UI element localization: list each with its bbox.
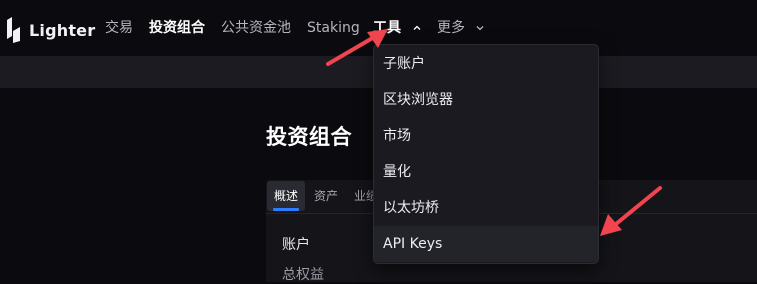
chevron-down-icon — [476, 26, 484, 31]
nav-item-staking[interactable]: Staking — [307, 19, 360, 37]
nav-item-portfolio[interactable]: 投资组合 — [149, 19, 205, 37]
chevron-up-icon — [413, 25, 421, 30]
section-account-label: 账户 — [282, 237, 310, 253]
page-title: 投资组合 — [266, 125, 352, 149]
nav-item-trade[interactable]: 交易 — [105, 19, 133, 37]
nav-item-public-pool[interactable]: 公共资金池 — [221, 19, 291, 37]
total-equity-label: 总权益 — [282, 267, 324, 283]
app-name: Lighter — [29, 20, 96, 40]
tab-assets[interactable]: 资产 — [307, 181, 345, 211]
nav-item-tools-label: 工具 — [373, 20, 401, 36]
tools-dropdown-menu: 子账户 区块浏览器 市场 量化 以太坊桥 API Keys — [373, 44, 599, 264]
lighter-logo-icon — [7, 17, 20, 43]
menu-item-subaccounts[interactable]: 子账户 — [374, 46, 598, 82]
nav-item-more-label: 更多 — [437, 20, 465, 36]
active-tab-indicator — [273, 208, 299, 211]
menu-item-quant[interactable]: 量化 — [374, 154, 598, 190]
nav-item-more[interactable]: 更多 — [437, 19, 485, 37]
menu-item-ethereum-bridge[interactable]: 以太坊桥 — [374, 190, 598, 226]
menu-item-block-explorer[interactable]: 区块浏览器 — [374, 82, 598, 118]
tab-overview[interactable]: 概述 — [267, 181, 306, 211]
nav-item-tools[interactable]: 工具 — [373, 19, 422, 37]
app-logo[interactable]: Lighter — [6, 17, 95, 43]
menu-item-markets[interactable]: 市场 — [374, 118, 598, 154]
menu-item-api-keys[interactable]: API Keys — [374, 226, 598, 262]
